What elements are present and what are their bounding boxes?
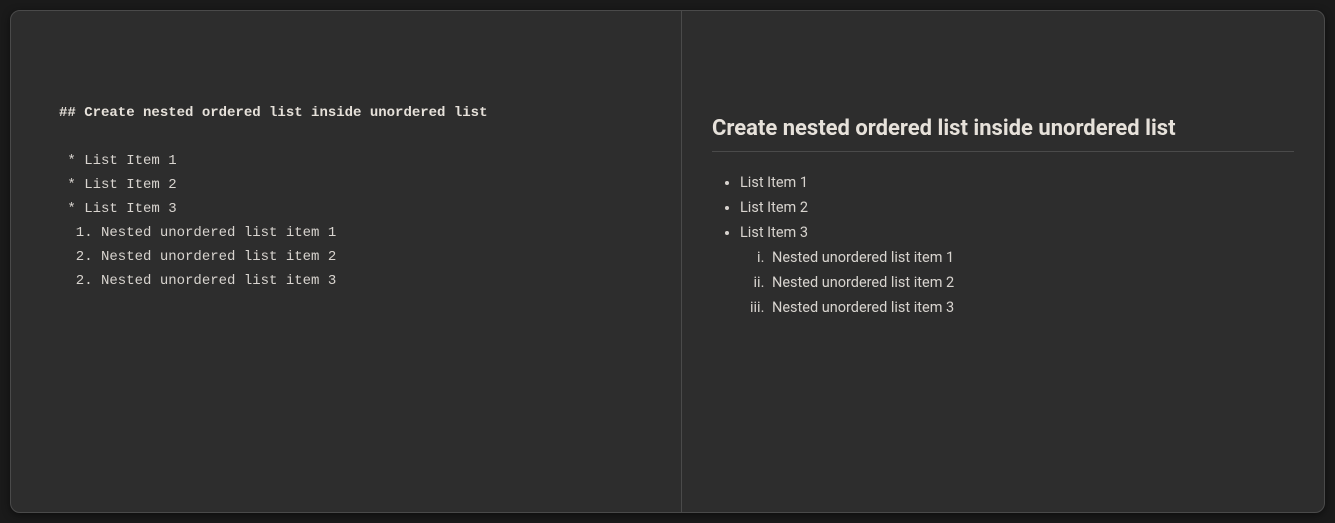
list-item: List Item 1 xyxy=(740,170,1294,195)
source-line: 1. Nested unordered list item 1 xyxy=(59,221,641,245)
list-item: Nested unordered list item 3 xyxy=(768,295,1294,320)
source-line: * List Item 3 xyxy=(59,197,641,221)
editor-window: ## Create nested ordered list inside uno… xyxy=(10,10,1325,513)
list-item: Nested unordered list item 2 xyxy=(768,270,1294,295)
source-line: 2. Nested unordered list item 2 xyxy=(59,245,641,269)
preview-heading: Create nested ordered list inside unorde… xyxy=(712,116,1294,152)
source-heading-line: ## Create nested ordered list inside uno… xyxy=(59,101,641,125)
preview-nested-ordered-list: Nested unordered list item 1 Nested unor… xyxy=(740,245,1294,320)
list-item: Nested unordered list item 1 xyxy=(768,245,1294,270)
list-item-label: List Item 3 xyxy=(740,224,808,241)
preview-unordered-list: List Item 1 List Item 2 List Item 3 Nest… xyxy=(712,170,1294,320)
source-line: * List Item 2 xyxy=(59,173,641,197)
markdown-preview-pane: Create nested ordered list inside unorde… xyxy=(682,11,1324,512)
source-line: * List Item 1 xyxy=(59,149,641,173)
list-item: List Item 2 xyxy=(740,195,1294,220)
markdown-source-pane[interactable]: ## Create nested ordered list inside uno… xyxy=(11,11,682,512)
source-line: 2. Nested unordered list item 3 xyxy=(59,269,641,293)
list-item: List Item 3 Nested unordered list item 1… xyxy=(740,220,1294,320)
